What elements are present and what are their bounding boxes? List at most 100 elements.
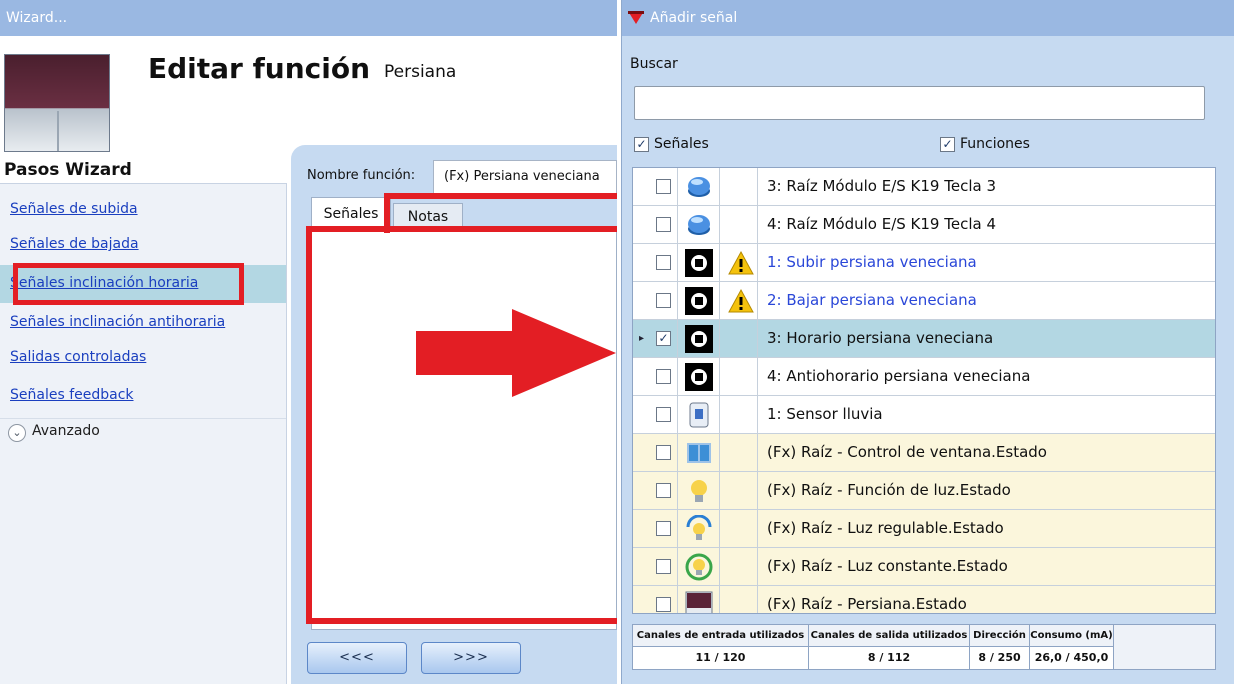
row-label: 1: Sensor lluvia bbox=[767, 405, 883, 423]
prev-button[interactable]: <<< bbox=[307, 642, 407, 674]
row-label: 3: Raíz Módulo E/S K19 Tecla 3 bbox=[767, 177, 996, 195]
wizard-header: Editar función Persiana bbox=[0, 36, 617, 152]
warning-cell bbox=[720, 206, 758, 243]
row-checkbox-cell bbox=[633, 206, 678, 243]
blind-thumbnail-icon bbox=[4, 54, 110, 152]
row-checkbox[interactable] bbox=[656, 521, 671, 536]
blind-input-icon bbox=[678, 320, 720, 357]
signal-list-row[interactable]: 4: Antiohorario persiana veneciana bbox=[633, 358, 1215, 396]
signal-list-row[interactable]: ▸ ✓ 3: Horario persiana veneciana bbox=[633, 320, 1215, 358]
step-link-senales-subida[interactable]: Señales de subida bbox=[10, 194, 138, 224]
stats-header-address: Dirección bbox=[970, 625, 1030, 647]
light-bulb-icon bbox=[678, 472, 720, 509]
search-label: Buscar bbox=[630, 56, 678, 72]
filter-senales-label: Señales bbox=[654, 136, 709, 152]
row-checkbox[interactable] bbox=[656, 445, 671, 460]
warning-cell bbox=[720, 320, 758, 357]
row-checkbox-cell bbox=[633, 586, 678, 613]
warning-cell bbox=[720, 548, 758, 585]
button-icon bbox=[678, 168, 720, 205]
stats-header-outputs: Canales de salida utilizados bbox=[809, 625, 970, 647]
step-link-salidas-controladas[interactable]: Salidas controladas bbox=[10, 342, 146, 372]
add-signal-title: Añadir señal bbox=[650, 10, 738, 26]
row-checkbox[interactable] bbox=[656, 369, 671, 384]
row-checkbox-cell bbox=[633, 510, 678, 547]
warning-cell bbox=[720, 472, 758, 509]
highlight-box-active-step bbox=[13, 263, 244, 305]
row-label: 4: Raíz Módulo E/S K19 Tecla 4 bbox=[767, 215, 996, 233]
stats-value-outputs: 8 / 112 bbox=[809, 647, 970, 669]
filter-senales-checkbox[interactable]: ✓ bbox=[634, 137, 649, 152]
stats-value-inputs: 11 / 120 bbox=[633, 647, 809, 669]
filter-funciones-label: Funciones bbox=[960, 136, 1030, 152]
constant-light-icon bbox=[678, 548, 720, 585]
wizard-window: Wizard... Editar función Persiana Pasos … bbox=[0, 0, 617, 684]
signal-list-row[interactable]: 1: Subir persiana veneciana bbox=[633, 244, 1215, 282]
highlight-box-content bbox=[306, 226, 617, 624]
row-checkbox[interactable] bbox=[656, 559, 671, 574]
usage-stats-table: Canales de entrada utilizados Canales de… bbox=[632, 624, 1216, 670]
signal-list-row[interactable]: (Fx) Raíz - Control de ventana.Estado bbox=[633, 434, 1215, 472]
row-checkbox-cell bbox=[633, 548, 678, 585]
warning-icon bbox=[720, 282, 758, 319]
red-arrow-icon bbox=[416, 309, 616, 397]
page-subtitle: Persiana bbox=[384, 62, 457, 82]
row-checkbox-cell bbox=[633, 358, 678, 395]
signal-list-row[interactable]: 3: Raíz Módulo E/S K19 Tecla 3 bbox=[633, 168, 1215, 206]
row-checkbox[interactable] bbox=[656, 255, 671, 270]
add-signal-triangle-icon bbox=[628, 11, 644, 24]
row-label: (Fx) Raíz - Luz regulable.Estado bbox=[767, 519, 1004, 537]
warning-cell bbox=[720, 510, 758, 547]
row-label: (Fx) Raíz - Función de luz.Estado bbox=[767, 481, 1011, 499]
row-checkbox-cell bbox=[633, 434, 678, 471]
row-checkbox-cell bbox=[633, 168, 678, 205]
row-label: (Fx) Raíz - Control de ventana.Estado bbox=[767, 443, 1047, 461]
signal-list-row[interactable]: 2: Bajar persiana veneciana bbox=[633, 282, 1215, 320]
stats-value-consumption: 26,0 / 450,0 bbox=[1030, 647, 1114, 669]
row-checkbox[interactable] bbox=[656, 179, 671, 194]
dimmable-light-icon bbox=[678, 510, 720, 547]
function-name-input[interactable]: (Fx) Persiana veneciana bbox=[433, 160, 617, 194]
rain-sensor-icon bbox=[678, 396, 720, 433]
chevron-down-icon: ⌄ bbox=[8, 424, 26, 442]
row-label: (Fx) Raíz - Luz constante.Estado bbox=[767, 557, 1008, 575]
row-checkbox-cell bbox=[633, 244, 678, 281]
warning-cell bbox=[720, 586, 758, 613]
row-label: 3: Horario persiana veneciana bbox=[767, 329, 994, 347]
row-checkbox[interactable] bbox=[656, 483, 671, 498]
warning-cell bbox=[720, 168, 758, 205]
signal-list-row[interactable]: (Fx) Raíz - Función de luz.Estado bbox=[633, 472, 1215, 510]
next-button[interactable]: >>> bbox=[421, 642, 521, 674]
warning-cell bbox=[720, 434, 758, 471]
step-link-senales-bajada[interactable]: Señales de bajada bbox=[10, 229, 139, 259]
blind-icon bbox=[678, 586, 720, 613]
function-name-label: Nombre función: bbox=[307, 168, 416, 183]
button-icon bbox=[678, 206, 720, 243]
row-label: 4: Antiohorario persiana veneciana bbox=[767, 367, 1031, 385]
row-checkbox[interactable] bbox=[656, 597, 671, 612]
row-checkbox[interactable] bbox=[656, 407, 671, 422]
signal-list-row[interactable]: (Fx) Raíz - Persiana.Estado bbox=[633, 586, 1215, 613]
row-checkbox-cell bbox=[633, 472, 678, 509]
filter-funciones-checkbox[interactable]: ✓ bbox=[940, 137, 955, 152]
step-link-inclinacion-antihoraria[interactable]: Señales inclinación antihoraria bbox=[10, 307, 225, 337]
signal-list-row[interactable]: 1: Sensor lluvia bbox=[633, 396, 1215, 434]
search-input[interactable] bbox=[634, 86, 1205, 120]
signal-list-row[interactable]: 4: Raíz Módulo E/S K19 Tecla 4 bbox=[633, 206, 1215, 244]
row-checkbox[interactable]: ✓ bbox=[656, 331, 671, 346]
row-checkbox[interactable] bbox=[656, 293, 671, 308]
signal-list-row[interactable]: (Fx) Raíz - Luz regulable.Estado bbox=[633, 510, 1215, 548]
stats-header-consumption: Consumo (mA) bbox=[1030, 625, 1114, 647]
row-checkbox[interactable] bbox=[656, 217, 671, 232]
warning-icon bbox=[720, 244, 758, 281]
blind-input-icon bbox=[678, 282, 720, 319]
stats-header-inputs: Canales de entrada utilizados bbox=[633, 625, 809, 647]
window-icon bbox=[678, 434, 720, 471]
advanced-label: Avanzado bbox=[32, 423, 100, 439]
step-link-senales-feedback[interactable]: Señales feedback bbox=[10, 380, 134, 410]
signal-list-row[interactable]: (Fx) Raíz - Luz constante.Estado bbox=[633, 548, 1215, 586]
blind-input-icon bbox=[678, 358, 720, 395]
steps-title: Pasos Wizard bbox=[4, 160, 132, 180]
warning-cell bbox=[720, 358, 758, 395]
advanced-expander[interactable]: ⌄ Avanzado bbox=[0, 418, 286, 446]
